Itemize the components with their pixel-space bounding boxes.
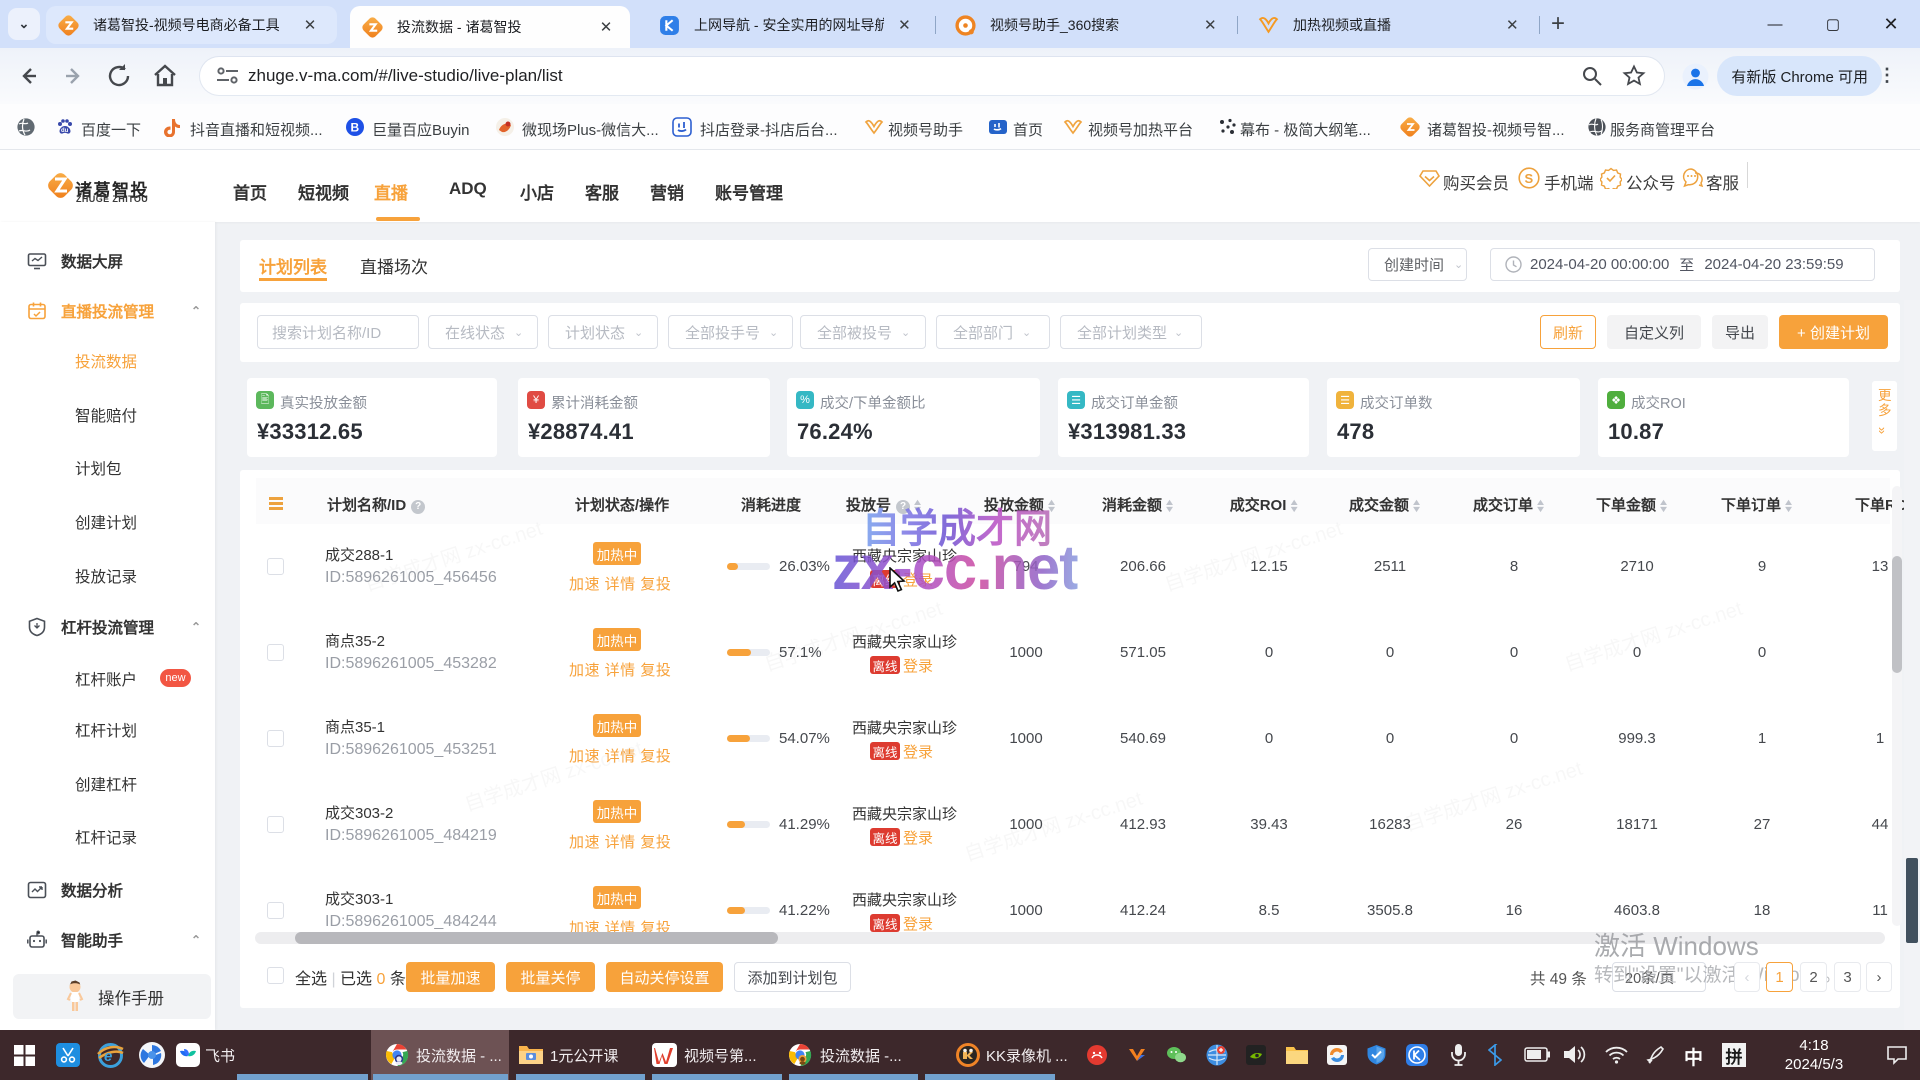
svg-text:S: S	[1525, 171, 1534, 186]
svg-text:du: du	[61, 128, 69, 134]
svg-text:e: e	[104, 1048, 112, 1065]
svg-text:B: B	[351, 121, 360, 135]
